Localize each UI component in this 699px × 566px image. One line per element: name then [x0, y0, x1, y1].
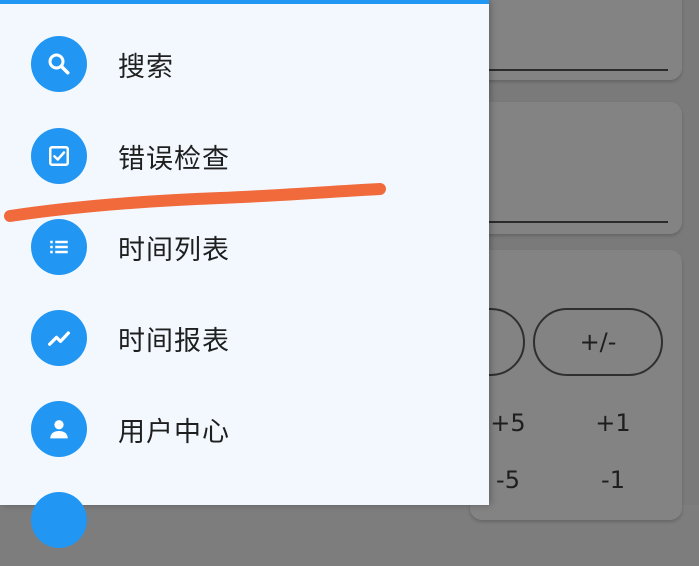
check-box-icon — [31, 128, 87, 184]
partial-icon — [31, 492, 87, 548]
background-input-card — [470, 102, 682, 234]
sign-toggle-button[interactable]: +/- — [533, 308, 663, 376]
plus-one-button[interactable]: +1 — [583, 409, 643, 437]
background-input-card — [470, 0, 682, 80]
menu-item-label: 错误检查 — [118, 143, 230, 175]
drawer-top-accent — [0, 0, 489, 4]
navigation-drawer: 搜索 错误检查 时间列表 时间报表 用户中心 — [0, 0, 489, 548]
menu-item-partial[interactable] — [0, 474, 489, 566]
menu-item-label: 搜索 — [118, 51, 174, 83]
menu-item-label: 时间列表 — [118, 234, 230, 266]
menu-item-label: 用户中心 — [118, 416, 230, 448]
search-icon — [31, 36, 87, 92]
menu-item-label: 时间报表 — [118, 325, 230, 357]
background-input-underline — [488, 221, 668, 223]
menu-item-user-center[interactable]: 用户中心 — [0, 383, 489, 475]
background-input-underline — [488, 69, 668, 71]
list-icon — [31, 219, 87, 275]
menu-item-error-check[interactable]: 错误检查 — [0, 110, 489, 202]
menu-item-time-report[interactable]: 时间报表 — [0, 292, 489, 384]
user-icon — [31, 401, 87, 457]
menu-item-time-list[interactable]: 时间列表 — [0, 201, 489, 293]
sign-toggle-label: +/- — [579, 328, 617, 356]
trend-chart-icon — [31, 310, 87, 366]
minus-one-button[interactable]: -1 — [583, 466, 643, 494]
menu-item-search[interactable]: 搜索 — [0, 18, 489, 110]
